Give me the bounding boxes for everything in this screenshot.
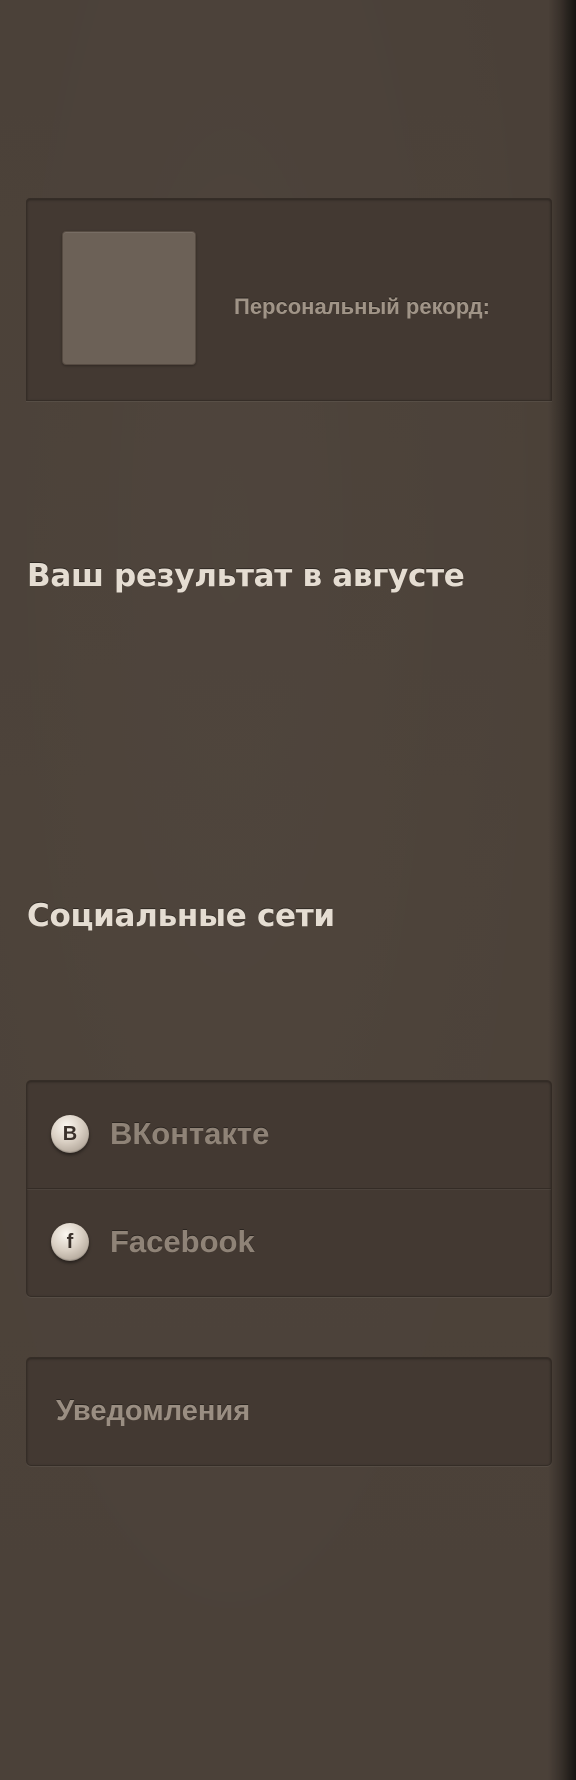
monthly-result-title: Ваш результат в августе — [27, 558, 465, 594]
notifications-label: Уведомления — [56, 1395, 251, 1427]
personal-record-label: Персональный рекорд: — [234, 294, 490, 319]
social-item-vkontakte[interactable]: B ВКонтакте — [27, 1081, 551, 1188]
edge-shadow — [548, 0, 576, 1780]
notifications-button[interactable]: Уведомления — [26, 1357, 552, 1466]
personal-record-panel: Персональный рекорд: — [26, 198, 552, 401]
vk-icon: B — [51, 1115, 89, 1153]
avatar-placeholder[interactable] — [62, 231, 196, 365]
social-item-label: ВКонтакте — [110, 1116, 270, 1151]
facebook-icon: f — [51, 1223, 89, 1261]
social-networks-title: Социальные сети — [27, 898, 335, 934]
social-networks-list: B ВКонтакте f Facebook — [26, 1080, 552, 1297]
social-item-label: Facebook — [110, 1224, 255, 1259]
profile-screen: Персональный рекорд: Ваш результат в авг… — [0, 0, 576, 1780]
social-item-facebook[interactable]: f Facebook — [27, 1189, 551, 1296]
